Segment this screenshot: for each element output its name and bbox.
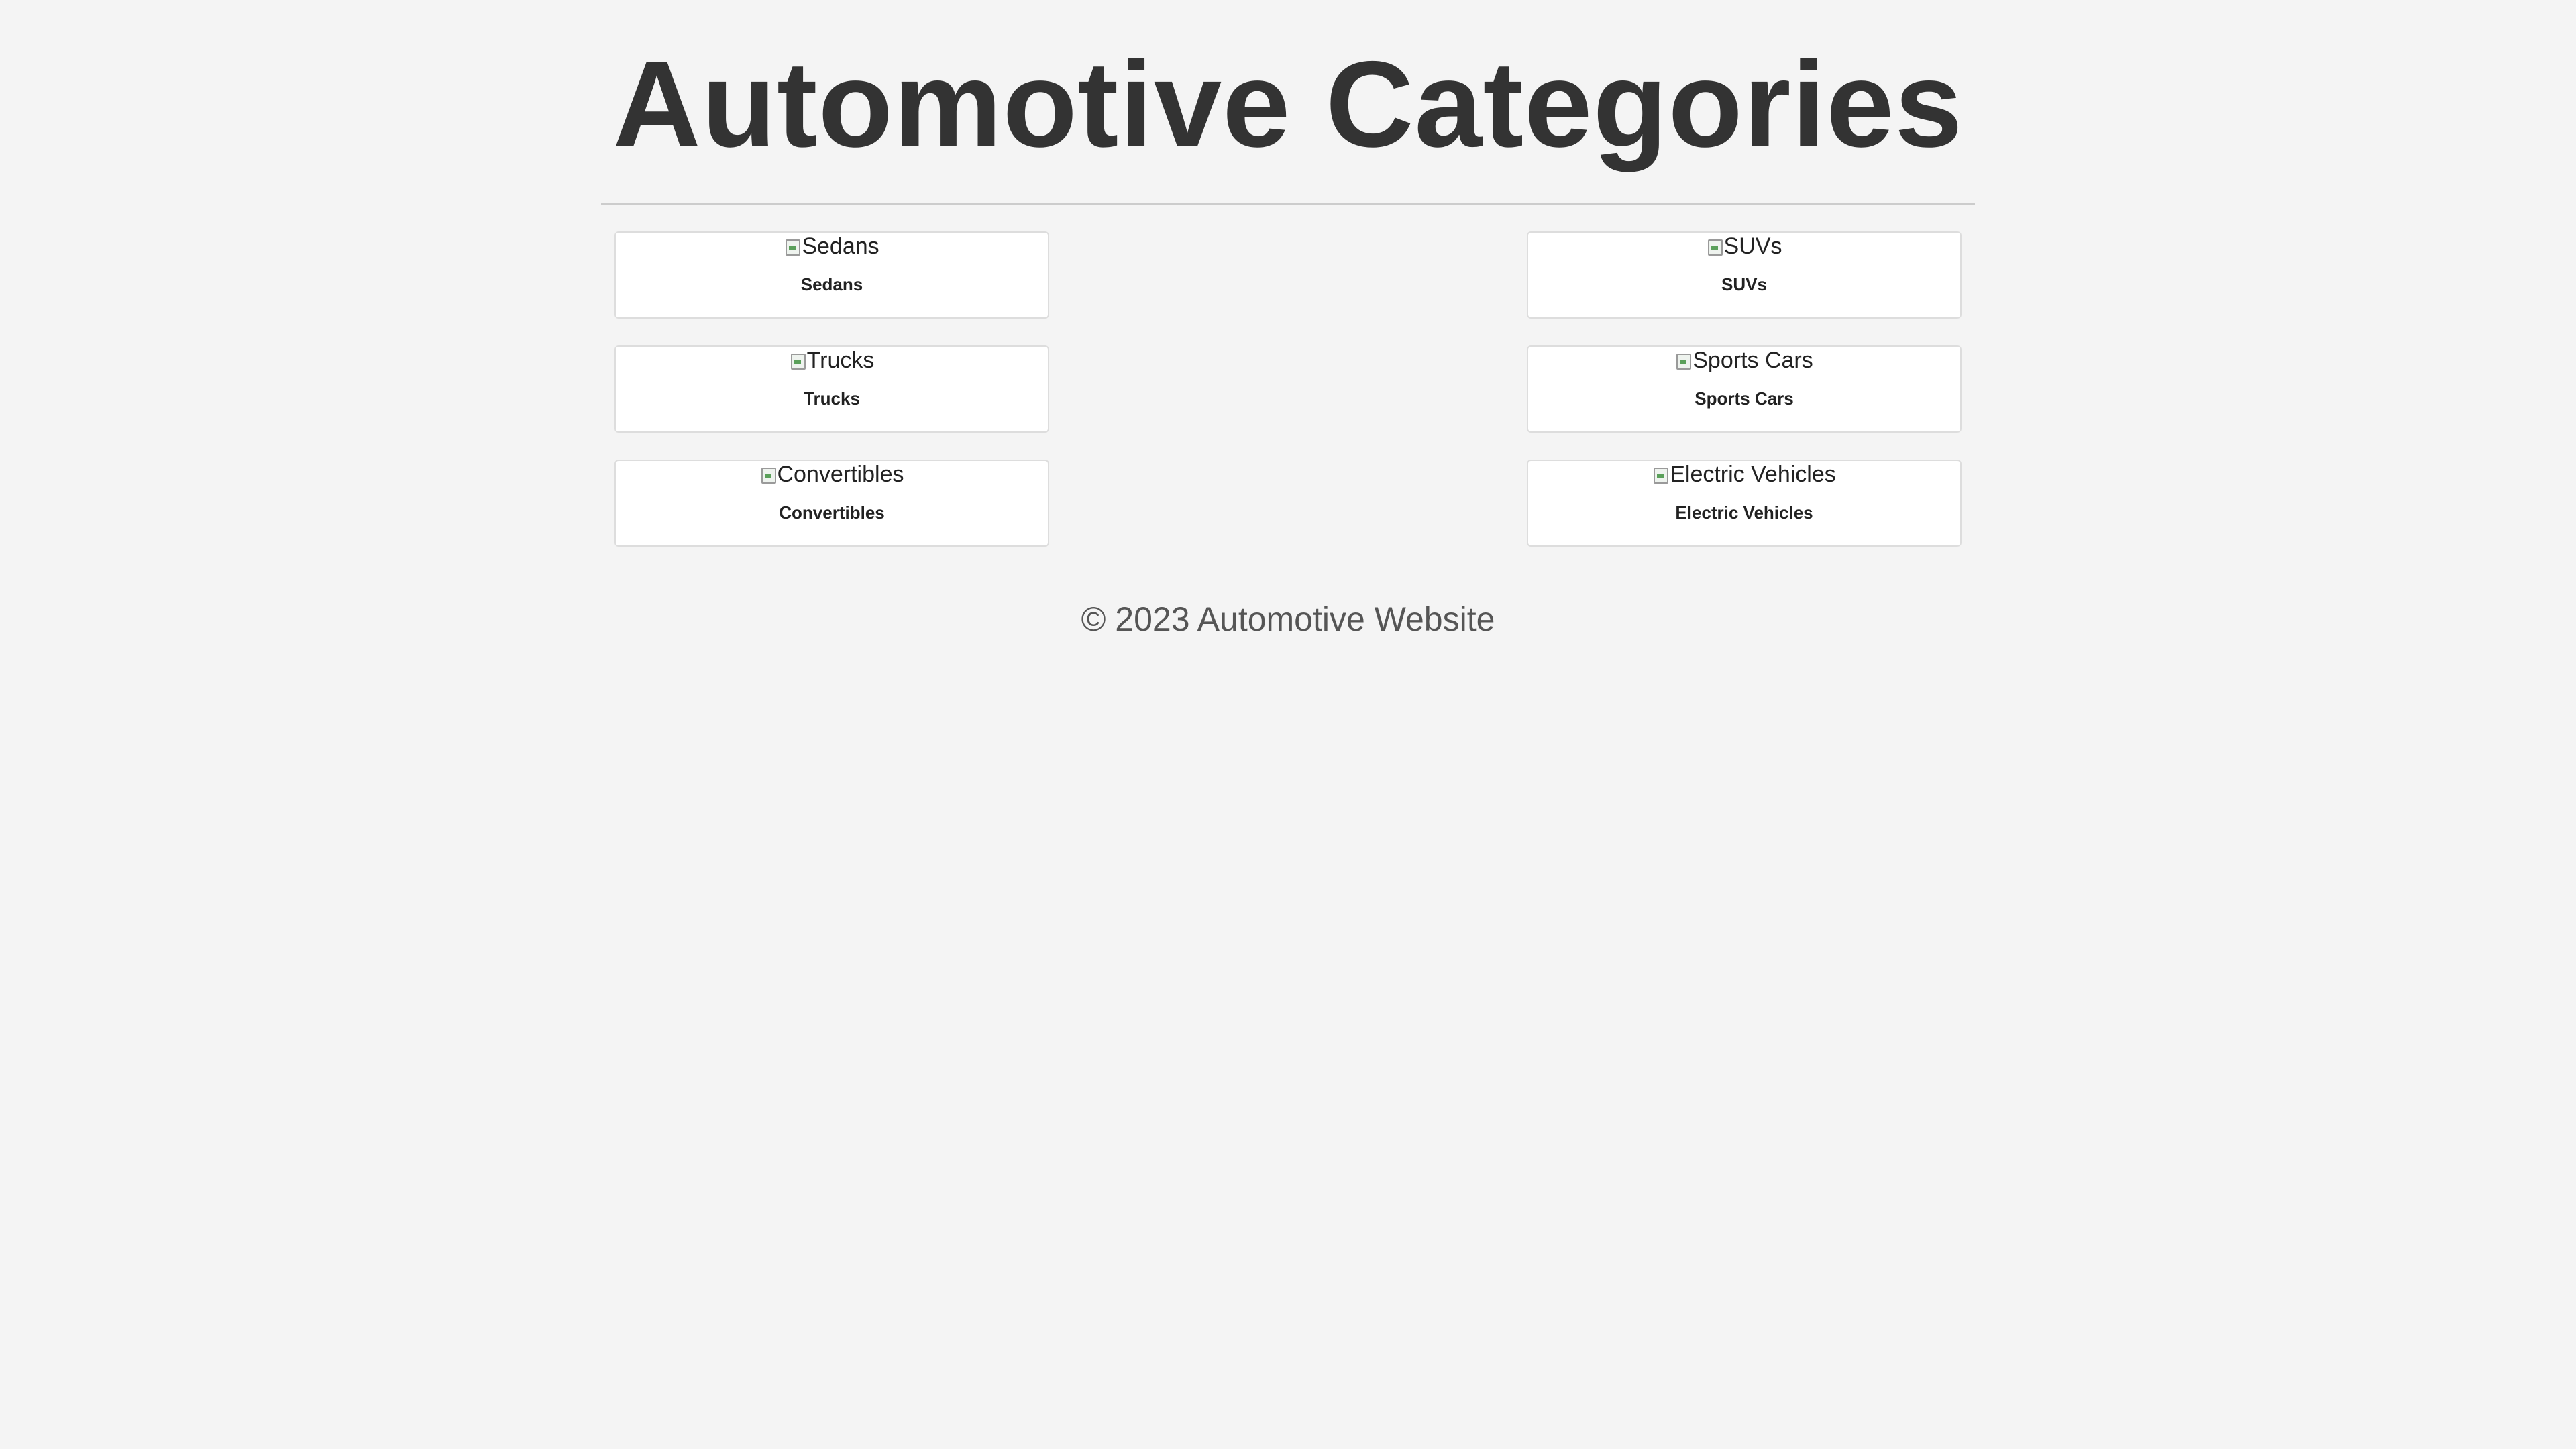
broken-image-icon [784, 237, 801, 256]
category-label: Electric Vehicles [1675, 502, 1813, 523]
broken-image-icon [1675, 352, 1692, 370]
category-label: Trucks [804, 388, 860, 409]
category-card-sedans[interactable]: Sedans Sedans [614, 231, 1049, 319]
category-image-alt: Sedans [802, 233, 879, 259]
broken-image-icon [760, 466, 776, 484]
page-container: Automotive Categories Sedans Sedans SUVs… [601, 0, 1975, 638]
category-image: SUVs [1707, 233, 1782, 260]
category-label: Sedans [800, 274, 863, 294]
category-card-trucks[interactable]: Trucks Trucks [614, 345, 1049, 433]
category-image-alt: Electric Vehicles [1670, 462, 1836, 487]
category-label: SUVs [1721, 274, 1767, 294]
page-title: Automotive Categories [612, 36, 1964, 172]
broken-image-icon [1652, 466, 1669, 484]
header-divider [601, 203, 1975, 205]
category-image-alt: Trucks [806, 347, 875, 373]
category-label: Convertibles [779, 502, 885, 523]
category-card-electric-vehicles[interactable]: Electric Vehicles Electric Vehicles [1527, 460, 1962, 547]
category-image-alt: Sports Cars [1693, 347, 1813, 373]
category-image: Convertibles [760, 461, 904, 488]
category-image-alt: Convertibles [777, 462, 904, 487]
category-image: Sedans [784, 233, 879, 260]
category-image: Sports Cars [1675, 347, 1813, 374]
category-card-sports-cars[interactable]: Sports Cars Sports Cars [1527, 345, 1962, 433]
footer-copyright: © 2023 Automotive Website [1081, 600, 1495, 638]
category-card-suvs[interactable]: SUVs SUVs [1527, 231, 1962, 319]
category-image: Trucks [790, 347, 875, 374]
category-image: Electric Vehicles [1652, 461, 1836, 488]
broken-image-icon [1707, 237, 1723, 256]
broken-image-icon [790, 352, 806, 370]
category-label: Sports Cars [1695, 388, 1794, 409]
category-card-convertibles[interactable]: Convertibles Convertibles [614, 460, 1049, 547]
category-image-alt: SUVs [1723, 233, 1782, 259]
